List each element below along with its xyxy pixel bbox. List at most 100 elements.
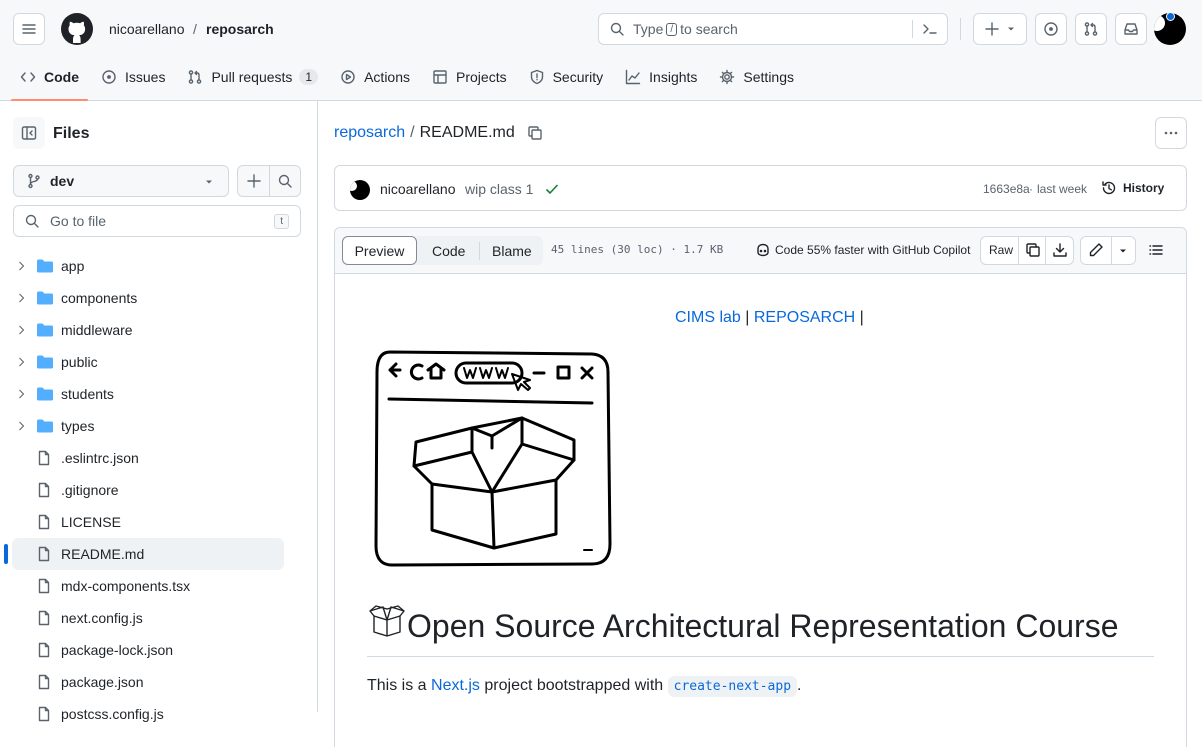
chevron-right-icon[interactable]	[16, 388, 28, 400]
tab-pull-requests[interactable]: Pull requests 1	[178, 60, 327, 94]
chevron-right-icon[interactable]	[16, 324, 28, 336]
app-header: nicoarellano / reposarch Type / to searc…	[0, 0, 1202, 101]
copilot-promo[interactable]: Code 55% faster with GitHub Copilot	[775, 243, 970, 257]
sidebar-title: Files	[53, 125, 90, 142]
branch-selector[interactable]: dev	[13, 165, 229, 197]
branch-icon	[28, 173, 40, 189]
commit-time: last week	[1037, 182, 1088, 196]
tree-item-label: next.config.js	[61, 610, 143, 626]
folder-icon	[37, 355, 53, 369]
copy-icon[interactable]	[1025, 242, 1041, 258]
command-palette-icon[interactable]	[922, 21, 938, 37]
search-placeholder-suffix: to search	[680, 21, 738, 37]
tab-label: Code	[44, 69, 79, 85]
kebab-horizontal-icon	[1164, 131, 1178, 135]
commit-sha[interactable]: 1663e8a	[983, 182, 1030, 196]
tree-file-item[interactable]: package.json	[0, 666, 318, 698]
download-icon[interactable]	[1052, 242, 1068, 258]
file-icon	[38, 450, 50, 466]
tree-item-label: app	[61, 258, 85, 274]
github-logo-icon[interactable]	[61, 13, 93, 45]
search-icon[interactable]	[277, 173, 293, 189]
raw-button-group: Raw	[980, 236, 1074, 265]
tab-issues[interactable]: Issues	[92, 60, 174, 94]
tree-folder-item[interactable]: types	[0, 410, 318, 442]
view-code-button[interactable]: Code	[432, 243, 465, 259]
add-file-button[interactable]	[237, 165, 301, 197]
tree-folder-item[interactable]: app	[0, 250, 318, 282]
check-icon	[545, 184, 559, 195]
tree-file-item[interactable]: .gitignore	[0, 474, 318, 506]
more-options-button[interactable]	[1155, 117, 1187, 149]
tab-code[interactable]: Code	[11, 60, 88, 101]
view-blame-button[interactable]: Blame	[492, 243, 532, 259]
tree-folder-item[interactable]: public	[0, 346, 318, 378]
tree-file-item[interactable]: LICENSE	[0, 506, 318, 538]
cims-lab-link[interactable]: CIMS lab	[675, 309, 741, 326]
search-input[interactable]: Type / to search	[598, 13, 948, 45]
inbox-button[interactable]	[1115, 13, 1147, 45]
go-to-file-input[interactable]: Go to file t	[13, 205, 301, 237]
sidebar-collapse-icon	[21, 126, 37, 140]
commit-message[interactable]: wip class 1	[465, 181, 533, 197]
tree-item-label: public	[61, 354, 98, 370]
edit-button-group	[1080, 236, 1136, 265]
tree-file-item[interactable]: mdx-components.tsx	[0, 570, 318, 602]
raw-button[interactable]: Raw	[989, 243, 1013, 257]
repo-link[interactable]: reposarch	[206, 21, 274, 37]
tree-folder-item[interactable]: middleware	[0, 314, 318, 346]
caret-down-icon	[1008, 27, 1014, 31]
nextjs-link[interactable]: Next.js	[431, 677, 480, 694]
chevron-right-icon[interactable]	[16, 260, 28, 272]
readme-links: CIMS lab | REPOSARCH |	[675, 309, 864, 327]
tab-insights[interactable]: Insights	[616, 60, 706, 94]
create-new-button[interactable]	[973, 13, 1027, 45]
issue-icon	[102, 70, 116, 84]
file-tree-sidebar: Files dev Go to file t app components midd…	[0, 101, 318, 722]
copy-icon[interactable]	[527, 125, 543, 141]
link-separator: |	[859, 309, 864, 326]
tree-file-item[interactable]: next.config.js	[0, 602, 318, 634]
caret-down-icon[interactable]	[1118, 246, 1128, 256]
history-button[interactable]: History	[1101, 180, 1164, 196]
chevron-right-icon[interactable]	[16, 292, 28, 304]
go-to-file-shortcut-key: t	[274, 214, 289, 229]
view-preview-button[interactable]: Preview	[342, 236, 417, 265]
owner-link[interactable]: nicoarellano	[109, 21, 185, 37]
tree-item-label: LICENSE	[61, 514, 121, 530]
readme-intro: This is a Next.js project bootstrapped w…	[367, 676, 801, 697]
tree-folder-item[interactable]: students	[0, 378, 318, 410]
pull-requests-button[interactable]	[1075, 13, 1107, 45]
menu-button[interactable]	[13, 13, 45, 45]
create-next-app-link[interactable]: create-next-app	[667, 676, 798, 697]
chevron-right-icon[interactable]	[16, 420, 28, 432]
tree-file-item[interactable]: .eslintrc.json	[0, 442, 318, 474]
tree-item-label: .eslintrc.json	[61, 450, 139, 466]
tab-settings[interactable]: Settings	[710, 60, 803, 94]
tree-file-item[interactable]: README.md	[4, 538, 284, 570]
go-to-file-placeholder: Go to file	[50, 213, 107, 229]
file-stats: 45 lines (30 loc) · 1.7 KB	[551, 243, 724, 256]
issues-button[interactable]	[1035, 13, 1067, 45]
tree-file-item[interactable]: package-lock.json	[0, 634, 318, 666]
tab-security[interactable]: Security	[520, 60, 613, 94]
collapse-sidebar-button[interactable]	[13, 117, 45, 149]
pencil-icon[interactable]	[1088, 242, 1104, 258]
reposarch-link[interactable]: REPOSARCH	[754, 309, 855, 326]
tree-item-label: mdx-components.tsx	[61, 578, 191, 594]
tree-item-label: middleware	[61, 322, 133, 338]
breadcrumb-separator: /	[193, 21, 197, 37]
folder-icon	[37, 259, 53, 273]
tab-actions[interactable]: Actions	[331, 60, 419, 94]
commit-author-avatar[interactable]	[350, 180, 370, 200]
commit-author[interactable]: nicoarellano	[380, 181, 456, 197]
tree-file-item[interactable]: postcss.config.js	[0, 698, 318, 730]
search-shortcut-key: /	[666, 22, 678, 36]
tree-folder-item[interactable]: components	[0, 282, 318, 314]
chevron-right-icon[interactable]	[16, 356, 28, 368]
history-icon	[1102, 181, 1116, 195]
copilot-icon	[757, 243, 769, 257]
tab-projects[interactable]: Projects	[423, 60, 516, 94]
repo-root-link[interactable]: reposarch	[334, 124, 405, 142]
outline-list-icon[interactable]	[1148, 242, 1164, 258]
